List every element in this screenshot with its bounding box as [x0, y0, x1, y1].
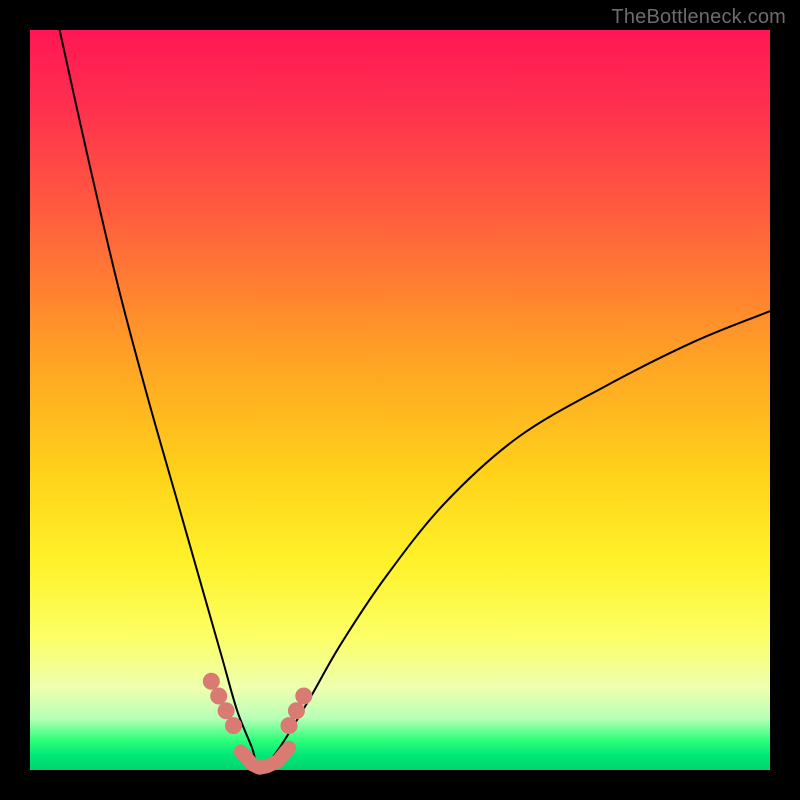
bead-segment	[241, 748, 289, 768]
curve-svg	[30, 30, 770, 770]
chart-frame: TheBottleneck.com	[0, 0, 800, 800]
bead-point	[226, 718, 242, 734]
plot-area	[30, 30, 770, 770]
bead-point	[203, 673, 219, 689]
bead-point	[281, 718, 297, 734]
watermark-text: TheBottleneck.com	[611, 6, 786, 29]
bead-point	[218, 703, 234, 719]
bead-point	[296, 688, 312, 704]
bead-point	[211, 688, 227, 704]
bead-point	[288, 703, 304, 719]
bottleneck-curve	[60, 30, 770, 770]
bead-group	[203, 673, 311, 733]
